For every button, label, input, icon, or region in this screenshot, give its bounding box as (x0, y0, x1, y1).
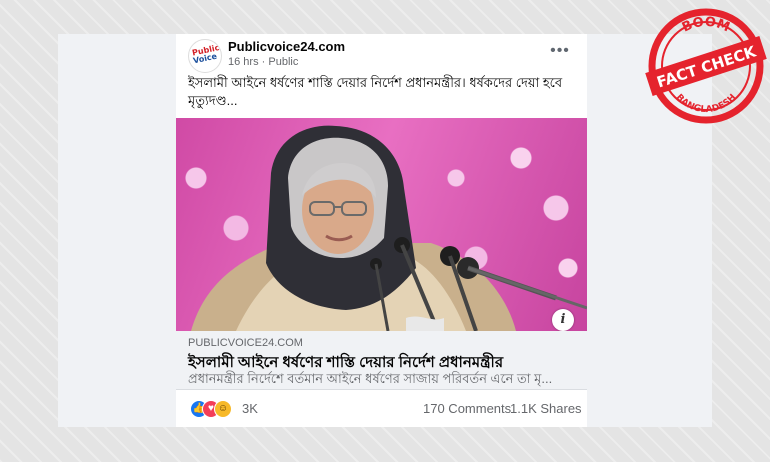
photo-illustration (191, 125, 587, 331)
post-audience: Public (268, 56, 299, 68)
more-options-icon[interactable]: ••• (548, 43, 572, 62)
link-preview[interactable]: PUBLICVOICE24.COM ইসলামী আইনে ধর্ষণের শা… (176, 331, 587, 390)
post-text: ইসলামী আইনে ধর্ষণের শাস্তি দেয়ার নির্দে… (188, 75, 563, 108)
post-time[interactable]: 16 hrs (228, 56, 259, 68)
link-domain: PUBLICVOICE24.COM (188, 337, 303, 349)
reaction-count[interactable]: 3K (242, 401, 258, 416)
meta-separator: · (261, 56, 266, 68)
comments-count[interactable]: 170 Comments (423, 401, 511, 416)
haha-icon: ☺ (214, 400, 232, 418)
post-photo[interactable]: i (176, 118, 587, 331)
link-description: প্রধানমন্ত্রীর নির্দেশে বর্তমান আইনে ধর্… (188, 371, 553, 386)
facebook-post-card: Public Voice Publicvoice24.com 16 hrs · … (176, 34, 587, 427)
fact-check-stamp: BOOM FACT CHECK BANGLADESH (645, 8, 767, 124)
engagement-bar: 👍 ♥ ☺ 3K 170 Comments 1.1K Shares (176, 390, 587, 427)
post-meta: 16 hrs · Public (228, 56, 298, 68)
page-avatar[interactable]: Public Voice (188, 39, 222, 73)
post-header: Public Voice Publicvoice24.com 16 hrs · … (176, 34, 587, 74)
info-icon[interactable]: i (552, 309, 574, 331)
page-name-link[interactable]: Publicvoice24.com (228, 39, 345, 54)
shares-count[interactable]: 1.1K Shares (510, 401, 582, 416)
